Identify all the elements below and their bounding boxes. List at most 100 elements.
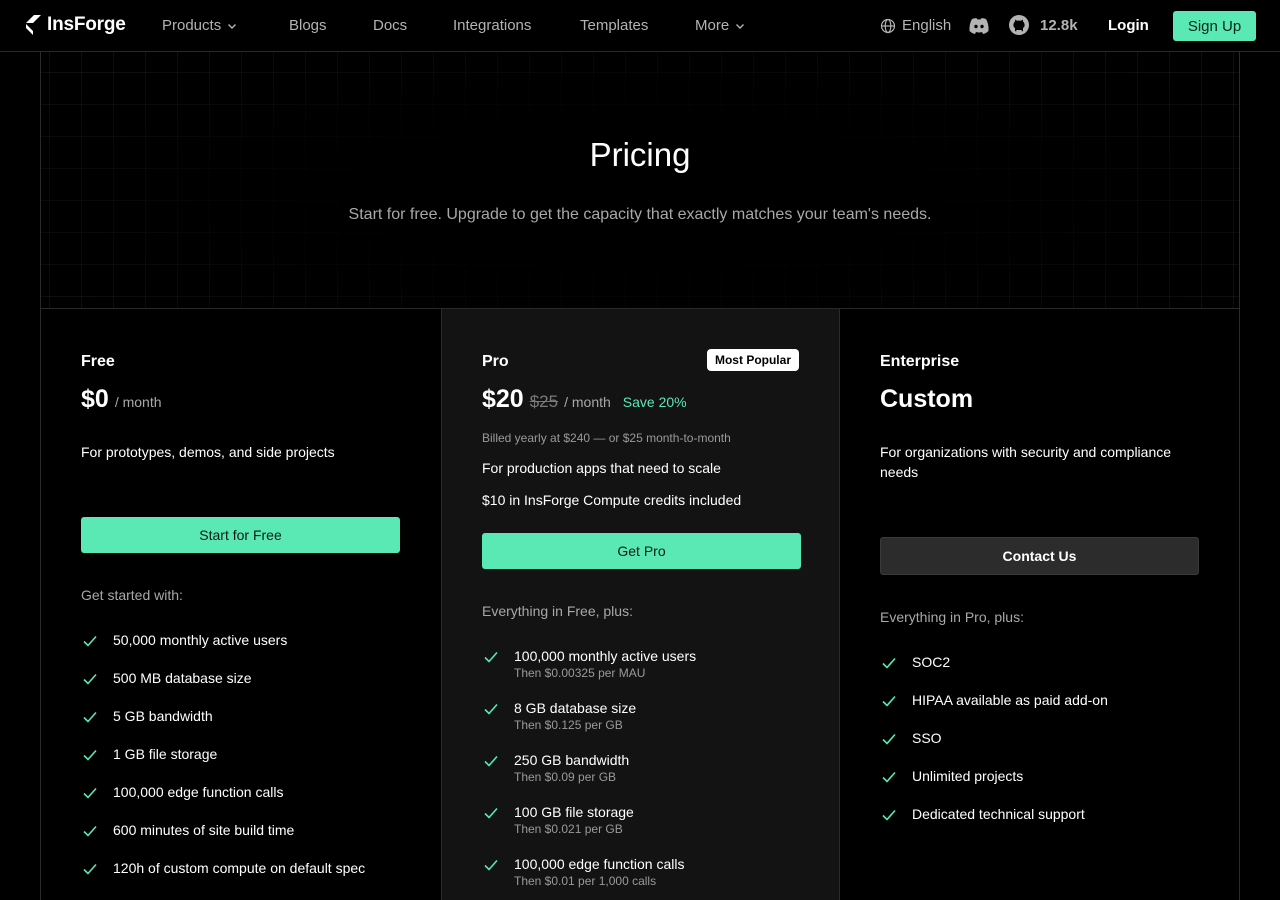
plan-name: Enterprise xyxy=(880,353,960,370)
nav-integrations[interactable]: Integrations xyxy=(453,17,531,34)
plan-price: Custom xyxy=(880,385,974,413)
feature-text: 1 GB file storage xyxy=(113,746,218,762)
check-icon xyxy=(83,749,97,761)
feature-text: 250 GB bandwidth Then $0.09 per GB xyxy=(514,751,629,785)
list-item: Dedicated technical support xyxy=(880,805,1085,824)
list-item: HIPAA available as paid add-on xyxy=(880,691,1108,710)
plan-card-enterprise: Enterprise Custom For organizations with… xyxy=(840,309,1239,900)
feature-text: 120h of custom compute on default spec xyxy=(113,860,366,876)
discord-icon[interactable] xyxy=(968,16,990,36)
plan-old-price: $25 xyxy=(529,392,559,411)
list-item: 5 GB bandwidth xyxy=(81,707,213,726)
save-badge: Save 20% xyxy=(622,394,687,410)
globe-icon xyxy=(880,18,896,33)
list-item: Unlimited projects xyxy=(880,767,1023,786)
list-item: 100 GB file storage Then $0.021 per GB xyxy=(482,803,634,837)
check-icon xyxy=(83,787,97,799)
page-subtitle: Start for free. Upgrade to get the capac… xyxy=(348,206,932,223)
nav-products-label: Products xyxy=(162,17,222,34)
feature-overage: Then $0.00325 per MAU xyxy=(514,666,646,680)
feature-text: 8 GB database size Then $0.125 per GB xyxy=(514,699,636,733)
list-item: 120h of custom compute on default spec xyxy=(81,859,365,878)
feature-text: 600 minutes of site build time xyxy=(113,822,295,838)
billing-note: Billed yearly at $240 — or $25 month-to-… xyxy=(482,431,731,445)
list-item: 8 GB database size Then $0.125 per GB xyxy=(482,699,636,733)
plan-description: For prototypes, demos, and side projects xyxy=(81,444,335,460)
nav-products[interactable]: Products xyxy=(162,17,237,34)
plan-description: For organizations with security and comp… xyxy=(880,444,1172,480)
feature-text: 5 GB bandwidth xyxy=(113,708,213,724)
nav-more[interactable]: More xyxy=(695,17,745,34)
check-icon xyxy=(83,635,97,647)
feature-text: 100,000 monthly active users Then $0.0032… xyxy=(514,647,696,681)
list-item: SSO xyxy=(880,729,942,748)
check-icon xyxy=(83,863,97,875)
feature-list-heading: Get started with: xyxy=(81,587,183,603)
brand-logo[interactable]: InsForge xyxy=(24,14,126,36)
check-icon xyxy=(882,657,896,669)
check-icon xyxy=(882,733,896,745)
language-selector[interactable]: English xyxy=(880,17,951,34)
github-star-count: 12.8k xyxy=(1040,16,1078,34)
plan-credits: $10 in InsForge Compute credits included xyxy=(482,492,742,508)
feature-text: 100,000 edge function calls Then $0.01 pe… xyxy=(514,855,684,889)
feature-text: Dedicated technical support xyxy=(912,806,1085,822)
feature-text: SSO xyxy=(912,730,942,746)
page-title: Pricing xyxy=(589,136,691,173)
check-icon xyxy=(484,807,498,819)
most-popular-badge: Most Popular xyxy=(706,349,799,371)
start-for-free-button[interactable]: Start for Free xyxy=(81,517,400,553)
check-icon xyxy=(484,703,498,715)
feature-title: 100,000 monthly active users xyxy=(514,648,697,664)
nav-templates[interactable]: Templates xyxy=(580,17,648,34)
feature-text: SOC2 xyxy=(912,654,951,670)
feature-text: Unlimited projects xyxy=(912,768,1024,784)
list-item: 50,000 monthly active users xyxy=(81,631,287,650)
plan-period: / month xyxy=(564,394,611,410)
check-icon xyxy=(484,859,498,871)
chevron-down-icon xyxy=(228,23,237,29)
check-icon xyxy=(882,809,896,821)
nav-more-label: More xyxy=(695,17,730,34)
list-item: 100,000 monthly active users Then $0.0032… xyxy=(482,647,696,681)
feature-text: HIPAA available as paid add-on xyxy=(912,692,1108,708)
insforge-logo-icon xyxy=(26,15,41,35)
get-pro-button[interactable]: Get Pro xyxy=(482,533,801,569)
nav-blogs[interactable]: Blogs xyxy=(289,17,327,34)
brand-name: InsForge xyxy=(47,14,126,35)
feature-text: 100 GB file storage Then $0.021 per GB xyxy=(514,803,634,837)
plan-card-pro: Pro Most Popular $20 $25 / month Save 20… xyxy=(441,309,840,900)
top-navbar: InsForge Products Blogs Docs Integration… xyxy=(0,0,1280,52)
feature-list-heading: Everything in Free, plus: xyxy=(482,603,633,619)
feature-overage: Then $0.09 per GB xyxy=(514,770,617,784)
chevron-down-icon xyxy=(736,23,745,29)
language-label: English xyxy=(902,17,952,34)
check-icon xyxy=(882,771,896,783)
login-link[interactable]: Login xyxy=(1108,17,1149,34)
plan-price-row: $0 / month xyxy=(81,385,162,414)
list-item: 1 GB file storage xyxy=(81,745,217,764)
list-item: 500 MB database size xyxy=(81,669,252,688)
feature-list-heading: Everything in Pro, plus: xyxy=(880,609,1024,625)
feature-overage: Then $0.125 per GB xyxy=(514,718,623,732)
feature-text: 100,000 edge function calls xyxy=(113,784,284,800)
nav-templates-label: Templates xyxy=(580,17,649,34)
feature-overage: Then $0.01 per 1,000 calls xyxy=(514,874,657,888)
feature-overage: Then $0.021 per GB xyxy=(514,822,623,836)
github-stars-link[interactable]: 12.8k xyxy=(1008,14,1078,36)
github-icon xyxy=(1009,15,1029,35)
plan-price: $20 xyxy=(482,385,524,413)
pricing-hero: Pricing Start for free. Upgrade to get t… xyxy=(41,52,1239,309)
check-icon xyxy=(484,755,498,767)
pricing-section: Pricing Start for free. Upgrade to get t… xyxy=(40,52,1240,900)
check-icon xyxy=(882,695,896,707)
contact-us-button[interactable]: Contact Us xyxy=(880,537,1199,575)
plan-name: Free xyxy=(81,353,115,370)
check-icon xyxy=(83,673,97,685)
signup-button[interactable]: Sign Up xyxy=(1173,11,1256,41)
feature-title: 8 GB database size xyxy=(514,700,637,716)
plan-description: For production apps that need to scale xyxy=(482,460,721,476)
nav-integrations-label: Integrations xyxy=(453,17,532,34)
nav-docs[interactable]: Docs xyxy=(373,17,407,34)
plan-name: Pro xyxy=(482,353,509,370)
